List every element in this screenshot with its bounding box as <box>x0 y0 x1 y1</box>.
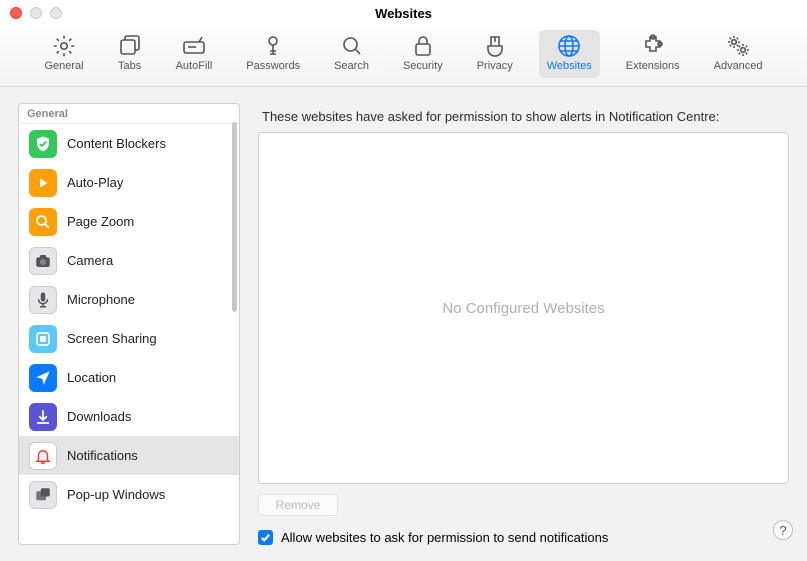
titlebar: Websites <box>0 0 807 26</box>
allow-notifications-label: Allow websites to ask for permission to … <box>281 530 608 545</box>
sidebar-item-label: Pop-up Windows <box>67 487 165 502</box>
sidebar-item-popup-windows[interactable]: Pop-up Windows <box>19 475 239 514</box>
sidebar-item-label: Content Blockers <box>67 136 166 151</box>
toolbar-label: AutoFill <box>176 60 213 72</box>
location-icon <box>29 364 57 392</box>
content-area: General Content Blockers Auto-Play Page Zo… <box>0 87 807 561</box>
close-window[interactable] <box>10 7 22 19</box>
toolbar-label: Privacy <box>477 60 513 72</box>
toolbar-label: General <box>44 60 83 72</box>
remove-button: Remove <box>258 494 338 516</box>
allow-notifications-row: Allow websites to ask for permission to … <box>258 530 789 545</box>
sidebar-item-location[interactable]: Location <box>19 358 239 397</box>
sidebar-item-label: Location <box>67 370 116 385</box>
toolbar-autofill[interactable]: AutoFill <box>168 30 221 78</box>
toolbar-websites[interactable]: Websites <box>539 30 600 78</box>
downloads-icon <box>29 403 57 431</box>
screen-sharing-icon <box>29 325 57 353</box>
toolbar-security[interactable]: Security <box>395 30 451 78</box>
sidebar-item-microphone[interactable]: Microphone <box>19 280 239 319</box>
toolbar-label: Security <box>403 60 443 72</box>
sidebar-item-page-zoom[interactable]: Page Zoom <box>19 202 239 241</box>
websites-list[interactable]: No Configured Websites <box>258 132 789 484</box>
autofill-icon <box>182 34 206 58</box>
popup-windows-icon <box>29 481 57 509</box>
sidebar-items: Content Blockers Auto-Play Page Zoom Camera… <box>19 124 239 544</box>
sidebar-item-downloads[interactable]: Downloads <box>19 397 239 436</box>
zoom-window[interactable] <box>50 7 62 19</box>
sidebar-section-header: General <box>19 104 239 124</box>
minimize-window[interactable] <box>30 7 42 19</box>
toolbar-tabs[interactable]: Tabs <box>110 30 150 78</box>
toolbar-label: Search <box>334 60 369 72</box>
preferences-toolbar: General Tabs AutoFill Passwords Search Securi… <box>0 26 807 87</box>
allow-notifications-checkbox[interactable] <box>258 530 273 545</box>
detail-description: These websites have asked for permission… <box>262 109 785 124</box>
toolbar-extensions[interactable]: Extensions <box>618 30 688 78</box>
sidebar-item-label: Camera <box>67 253 113 268</box>
sidebar-item-label: Downloads <box>67 409 131 424</box>
detail-panel: These websites have asked for permission… <box>258 103 789 545</box>
help-button[interactable]: ? <box>773 520 793 540</box>
toolbar-label: Extensions <box>626 60 680 72</box>
sidebar-item-screen-sharing[interactable]: Screen Sharing <box>19 319 239 358</box>
toolbar-label: Websites <box>547 60 592 72</box>
sidebar-item-notifications[interactable]: Notifications <box>19 436 239 475</box>
traffic-lights <box>10 7 62 19</box>
security-icon <box>411 34 435 58</box>
privacy-icon <box>483 34 507 58</box>
toolbar-label: Advanced <box>714 60 763 72</box>
notifications-icon <box>29 442 57 470</box>
window-title: Websites <box>375 6 432 21</box>
toolbar-label: Tabs <box>118 60 141 72</box>
general-icon <box>52 34 76 58</box>
sidebar-item-auto-play[interactable]: Auto-Play <box>19 163 239 202</box>
advanced-icon <box>726 34 750 58</box>
passwords-icon <box>261 34 285 58</box>
extensions-icon <box>641 34 665 58</box>
sidebar-item-content-blockers[interactable]: Content Blockers <box>19 124 239 163</box>
sidebar-item-label: Auto-Play <box>67 175 123 190</box>
search-icon <box>340 34 364 58</box>
toolbar-passwords[interactable]: Passwords <box>238 30 308 78</box>
page-zoom-icon <box>29 208 57 236</box>
sidebar-item-label: Page Zoom <box>67 214 134 229</box>
toolbar-advanced[interactable]: Advanced <box>706 30 771 78</box>
auto-play-icon <box>29 169 57 197</box>
empty-state-text: No Configured Websites <box>442 300 604 317</box>
check-icon <box>260 532 271 543</box>
toolbar-search[interactable]: Search <box>326 30 377 78</box>
sidebar-item-label: Screen Sharing <box>67 331 157 346</box>
toolbar-general[interactable]: General <box>36 30 91 78</box>
sidebar-item-camera[interactable]: Camera <box>19 241 239 280</box>
websites-icon <box>557 34 581 58</box>
toolbar-privacy[interactable]: Privacy <box>469 30 521 78</box>
content-blockers-icon <box>29 130 57 158</box>
sidebar: General Content Blockers Auto-Play Page Zo… <box>18 103 240 545</box>
sidebar-item-label: Notifications <box>67 448 138 463</box>
sidebar-scrollbar[interactable] <box>232 122 237 312</box>
microphone-icon <box>29 286 57 314</box>
tabs-icon <box>118 34 142 58</box>
sidebar-item-label: Microphone <box>67 292 135 307</box>
toolbar-label: Passwords <box>246 60 300 72</box>
camera-icon <box>29 247 57 275</box>
